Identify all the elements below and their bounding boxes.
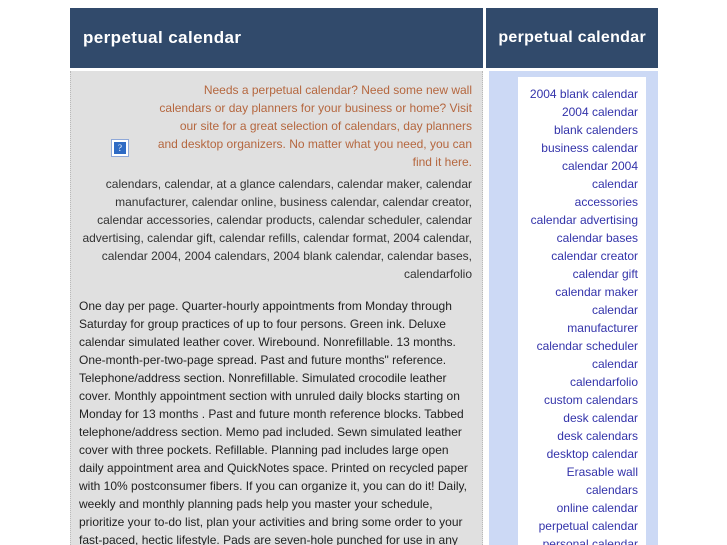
broken-image-icon: ? [111,139,129,157]
sidebar-link[interactable]: calendar scheduler [526,337,638,355]
keyword-paragraph: calendars, calendar, at a glance calenda… [82,177,472,281]
sidebar-link[interactable]: Erasable wall calendars [526,463,638,499]
sidebar-link[interactable]: desk calendars [526,427,638,445]
sidebar-masthead: perpetual calendar [486,8,658,68]
sidebar-panel: 2004 blank calendar 2004 calendar blank … [489,71,658,545]
sidebar-link[interactable]: 2004 calendar [526,103,638,121]
body-paragraph-1: One day per page. Quarter-hourly appoint… [79,299,468,545]
sidebar-link[interactable]: personal calendar [526,535,638,545]
sidebar-link[interactable]: 2004 blank calendar [526,85,638,103]
sidebar-link[interactable]: custom calendars [526,391,638,409]
page-title: perpetual calendar [83,28,242,47]
sidebar-link[interactable]: perpetual calendar [526,517,638,535]
intro-block: ? Needs a perpetual calendar? Need some … [79,81,474,171]
page-root: perpetual calendar perpetual calendar ? … [0,0,727,545]
main-content-column: ? Needs a perpetual calendar? Need some … [70,71,483,545]
sidebar-title: perpetual calendar [498,29,646,46]
sidebar-link[interactable]: desk calendar [526,409,638,427]
sidebar-link[interactable]: blank calenders [526,121,638,139]
broken-image-glyph: ? [114,142,126,154]
sidebar-link[interactable]: calendar bases [526,229,638,247]
sidebar-link[interactable]: calendar maker [526,283,638,301]
sidebar-link[interactable]: calendar accessories [526,175,638,211]
header-row: perpetual calendar perpetual calendar [70,8,658,68]
intro-paragraph: Needs a perpetual calendar? Need some ne… [157,83,472,169]
sidebar-link[interactable]: calendar calendarfolio [526,355,638,391]
sidebar-link[interactable]: business calendar [526,139,638,157]
sidebar-link[interactable]: online calendar [526,499,638,517]
sidebar-link[interactable]: calendar creator [526,247,638,265]
sidebar-link-list: 2004 blank calendar 2004 calendar blank … [518,77,646,545]
sidebar-link[interactable]: calendar manufacturer [526,301,638,337]
sidebar-link[interactable]: calendar 2004 [526,157,638,175]
site-masthead: perpetual calendar [70,8,483,68]
sidebar-link[interactable]: desktop calendar [526,445,638,463]
sidebar-link[interactable]: calendar gift [526,265,638,283]
sidebar-link[interactable]: calendar advertising [526,211,638,229]
